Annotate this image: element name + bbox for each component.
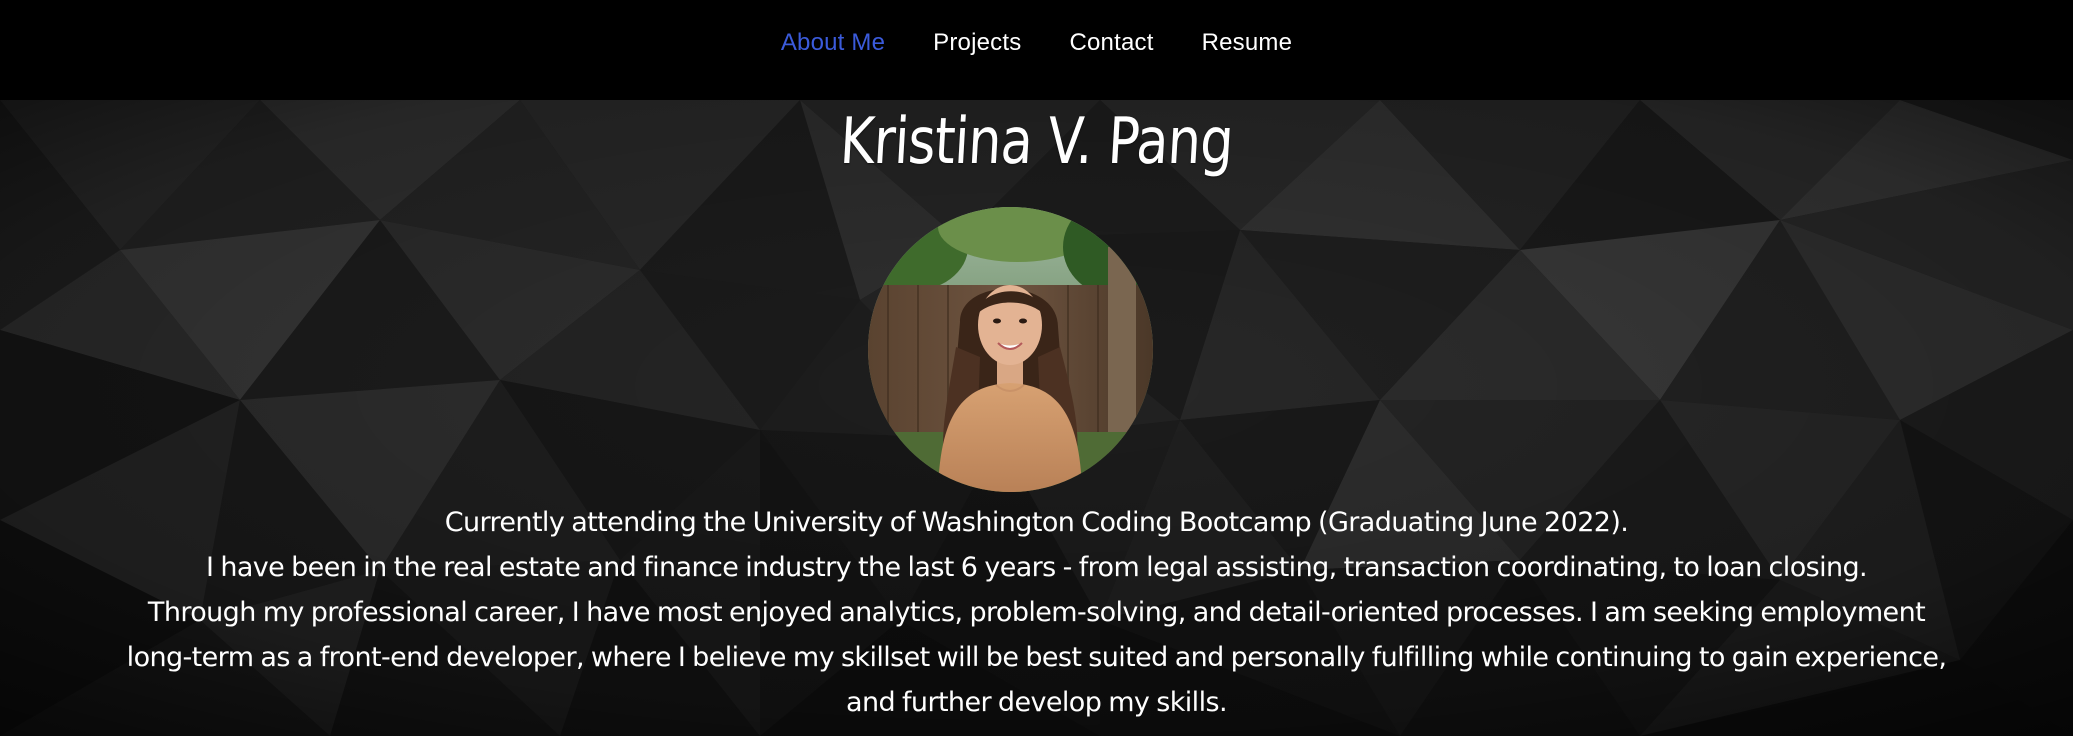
top-navbar: About Me Projects Contact Resume xyxy=(0,0,2073,100)
profile-photo xyxy=(868,207,1153,492)
nav-item-resume: Resume xyxy=(1202,29,1293,57)
bio-text: Currently attending the University of Wa… xyxy=(120,500,1953,725)
nav-link-resume[interactable]: Resume xyxy=(1202,29,1293,56)
nav-link-contact[interactable]: Contact xyxy=(1069,29,1153,56)
nav-link-projects[interactable]: Projects xyxy=(933,29,1021,56)
about-section: Kristina V. Pang Currently attending the… xyxy=(0,100,2073,736)
nav-link-about-me[interactable]: About Me xyxy=(781,29,885,56)
name-heading: Kristina V. Pang xyxy=(838,105,1235,179)
nav-item-about: About Me xyxy=(781,29,885,57)
bio-line-experience: I have been in the real estate and finan… xyxy=(205,552,1868,583)
bio-line-education: Currently attending the University of Wa… xyxy=(444,507,1629,538)
nav-item-projects: Projects xyxy=(933,29,1021,57)
nav-menu: About Me Projects Contact Resume xyxy=(0,0,2073,86)
nav-item-contact: Contact xyxy=(1069,29,1153,57)
profile-photo-image xyxy=(868,207,1153,492)
bio-line-goals: Through my professional career, I have m… xyxy=(126,597,1947,718)
